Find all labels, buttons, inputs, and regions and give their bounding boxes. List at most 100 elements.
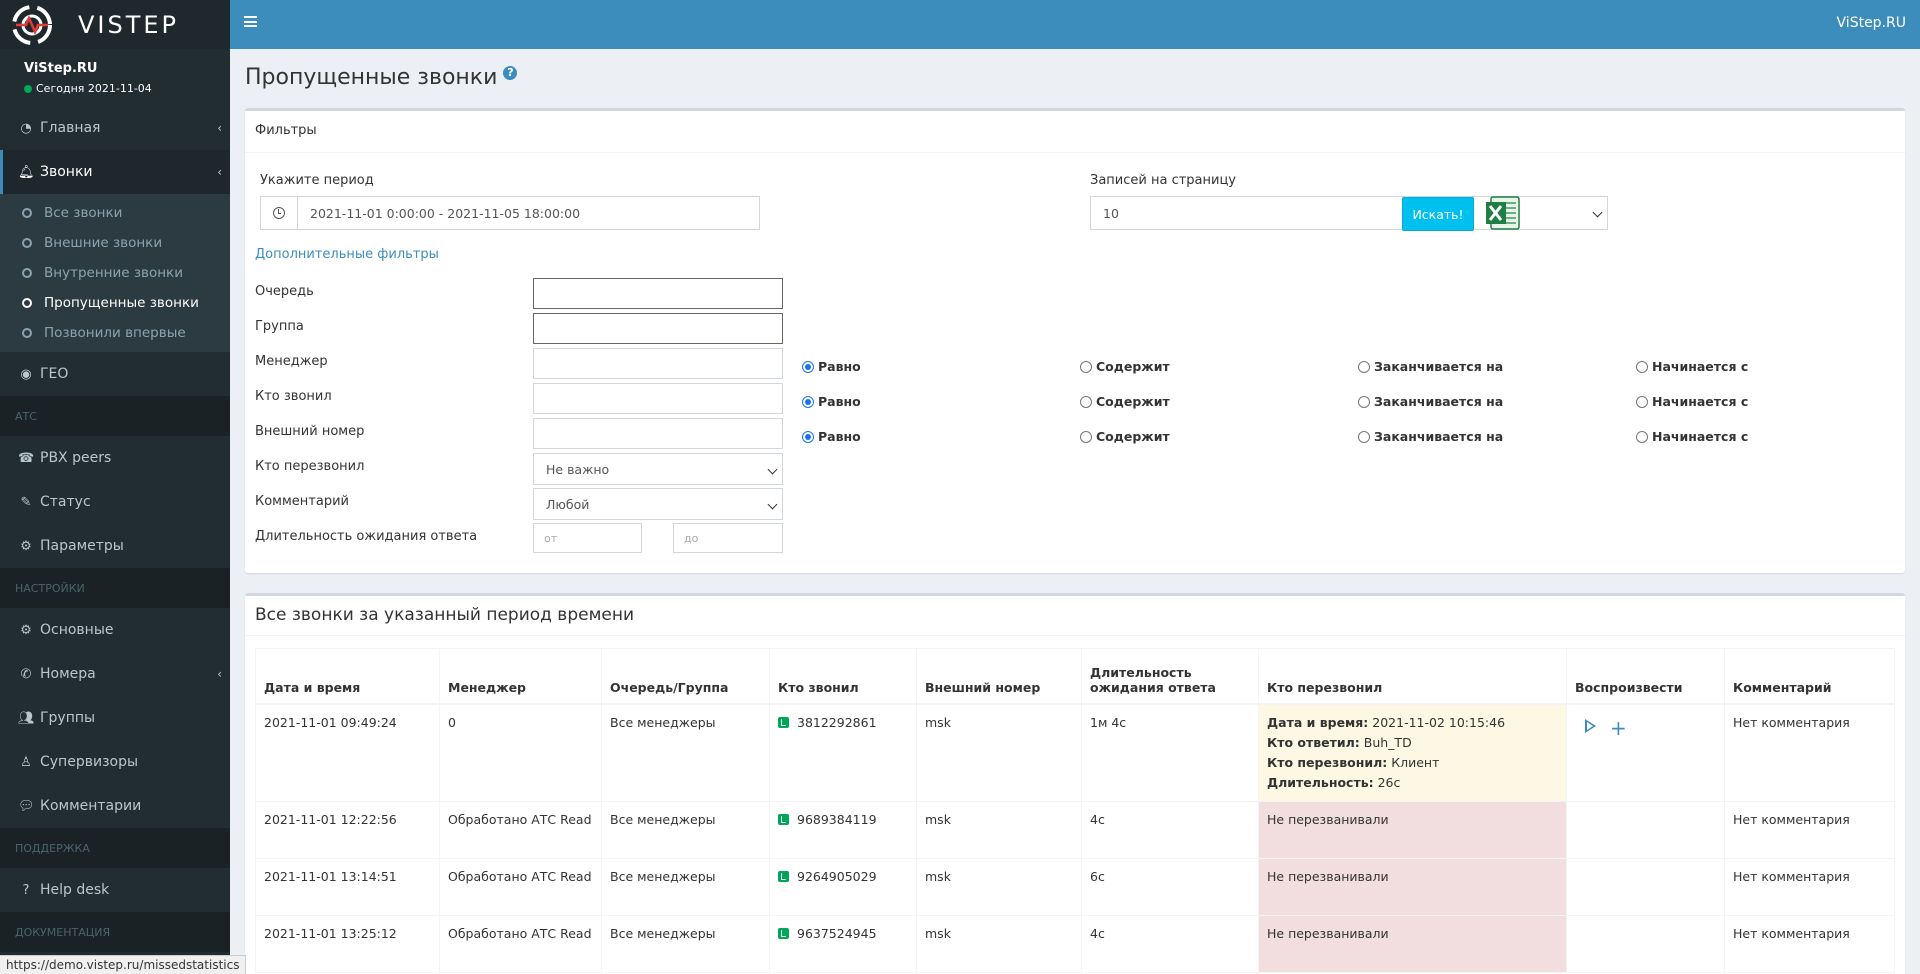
radio-label: Заканчивается на: [1374, 394, 1504, 409]
wait-to-input[interactable]: до: [673, 523, 783, 553]
logo[interactable]: VISTEP: [0, 0, 230, 49]
callback-select[interactable]: Не важно: [533, 453, 783, 485]
sidebar-header-docs: ДОКУМЕНТАЦИЯ: [0, 912, 230, 952]
col-manager[interactable]: Менеджер: [439, 648, 602, 705]
caller-number[interactable]: 9637524945: [797, 926, 877, 941]
col-wait[interactable]: Длительность ожидания ответа: [1081, 648, 1259, 705]
col-callback[interactable]: Кто перезвонил: [1258, 648, 1567, 705]
sidebar-item-parameters[interactable]: ⚙ Параметры: [0, 524, 230, 568]
play-icon[interactable]: [1585, 718, 1596, 733]
sidebar-subitem-internal-calls[interactable]: Внутренние звонки: [0, 258, 230, 288]
browser-status-url: https://demo.vistep.ru/missedstatistics: [0, 955, 247, 974]
filters-box-title: Фильтры: [245, 111, 1905, 153]
sidebar-item-help-desk[interactable]: ? Help desk: [0, 868, 230, 912]
sidebar-item-basic[interactable]: ⚙ Основные: [0, 608, 230, 652]
col-datetime[interactable]: Дата и время: [255, 648, 440, 705]
external-match-contains[interactable]: Содержит: [1080, 429, 1170, 444]
col-caller[interactable]: Кто звонил: [769, 648, 917, 705]
chevron-down-icon: [1592, 207, 1603, 218]
sidebar-subitem-first-calls[interactable]: Позвонили впервые: [0, 318, 230, 348]
manager-input[interactable]: [533, 348, 783, 379]
sidebar-subitem-missed-calls[interactable]: Пропущенные звонки: [0, 288, 230, 318]
cell-caller: 9264905029: [769, 857, 917, 916]
circle-icon: [22, 268, 32, 278]
callback-date-value: 2021-11-02 10:15:46: [1372, 714, 1506, 730]
bell-icon: 🔔︎: [18, 164, 35, 180]
period-input[interactable]: 2021-11-01 0:00:00 - 2021-11-05 18:00:00: [260, 196, 760, 230]
sidebar-subitem-external-calls[interactable]: Внешние звонки: [0, 228, 230, 258]
col-external[interactable]: Внешний номер: [916, 648, 1082, 705]
external-match-starts[interactable]: Начинается с: [1636, 429, 1748, 444]
callback-select-value: Не важно: [546, 461, 610, 477]
comment-select[interactable]: Любой: [533, 488, 783, 520]
period-label: Укажите период: [260, 173, 374, 188]
external-input[interactable]: [533, 418, 783, 449]
manager-match-equal[interactable]: Равно: [802, 359, 861, 374]
caller-input[interactable]: [533, 383, 783, 414]
manager-match-contains[interactable]: Содержит: [1080, 359, 1170, 374]
table-title: Все звонки за указанный период времени: [245, 596, 1905, 636]
caller-match-ends[interactable]: Заканчивается на: [1358, 394, 1503, 409]
sidebar-item-calls[interactable]: 🔔︎ Звонки ‹: [0, 150, 230, 194]
sidebar-item-label: Параметры: [40, 538, 124, 554]
caller-number[interactable]: 9264905029: [797, 869, 877, 884]
help-icon[interactable]: ?: [503, 65, 518, 80]
caller-number[interactable]: 9689384119: [797, 812, 877, 827]
per-page-select[interactable]: 10: [1090, 196, 1608, 230]
sidebar-item-status[interactable]: ✎ Статус: [0, 480, 230, 524]
navbar-brand-link[interactable]: ViStep.RU: [1837, 15, 1906, 31]
group-label: Группа: [255, 319, 304, 334]
caller-match-contains[interactable]: Содержит: [1080, 394, 1170, 409]
manager-match-ends[interactable]: Заканчивается на: [1358, 359, 1503, 374]
col-comment[interactable]: Комментарий: [1724, 648, 1895, 705]
caller-match-starts[interactable]: Начинается с: [1636, 394, 1748, 409]
radio-unchecked: [1636, 395, 1648, 408]
caller-number[interactable]: 3812292861: [797, 715, 877, 730]
radio-unchecked: [1080, 430, 1092, 443]
cell-play: +: [1566, 703, 1725, 802]
cell-datetime: 2021-11-01 13:14:51: [255, 857, 440, 916]
callback-duration: Длительность: 26с: [1267, 773, 1558, 793]
additional-filters-link[interactable]: Дополнительные фильтры: [255, 247, 439, 262]
cell-manager: Обработано АТС Read: [439, 914, 602, 973]
sidebar-item-label: Комментарии: [40, 798, 142, 814]
logo-text: VISTEP: [78, 10, 180, 39]
group-input[interactable]: [533, 313, 783, 344]
plus-icon[interactable]: +: [1610, 718, 1627, 738]
cell-callback: Не перезванивали: [1258, 800, 1567, 859]
external-match-ends[interactable]: Заканчивается на: [1358, 429, 1503, 444]
cell-datetime: 2021-11-01 12:22:56: [255, 800, 440, 859]
manager-match-starts[interactable]: Начинается с: [1636, 359, 1748, 374]
sidebar-item-label: Help desk: [40, 882, 110, 898]
radio-unchecked: [1358, 360, 1370, 373]
excel-export-icon[interactable]: [1485, 195, 1521, 231]
cell-comment: Нет комментария: [1724, 857, 1895, 916]
clock-icon: [261, 197, 298, 229]
phone-icon: [778, 716, 789, 728]
sidebar-item-geo[interactable]: ◉ ГЕО: [0, 352, 230, 396]
sidebar-item-numbers[interactable]: ✆ Номера ‹: [0, 652, 230, 696]
sidebar-item-home[interactable]: ◔ Главная ‹: [0, 106, 230, 150]
queue-input[interactable]: [533, 278, 783, 309]
external-match-equal[interactable]: Равно: [802, 429, 861, 444]
radio-label: Содержит: [1096, 394, 1170, 409]
sidebar-item-groups[interactable]: 👥︎ Группы: [0, 696, 230, 740]
sidebar-item-comments[interactable]: 💬︎ Комментарии: [0, 784, 230, 828]
search-button[interactable]: Искать!: [1402, 197, 1474, 231]
radio-label: Содержит: [1096, 359, 1170, 374]
sidebar-item-pbx-peers[interactable]: ☎ PBX peers: [0, 436, 230, 480]
hamburger-menu-icon[interactable]: [244, 16, 257, 27]
callback-caller-value: Клиент: [1391, 754, 1440, 770]
wait-from-input[interactable]: от: [533, 523, 642, 553]
col-queue[interactable]: Очередь/Группа: [601, 648, 770, 705]
per-page-value: 10: [1103, 205, 1119, 221]
sidebar-subitem-all-calls[interactable]: Все звонки: [0, 198, 230, 228]
caller-match-equal[interactable]: Равно: [802, 394, 861, 409]
sidebar-header-support: ПОДДЕРЖКА: [0, 828, 230, 868]
cell-datetime: 2021-11-01 09:49:24: [255, 703, 440, 802]
callback-answered-label: Кто ответил:: [1267, 734, 1360, 750]
col-play[interactable]: Воспроизвести: [1566, 648, 1725, 705]
caller-label: Кто звонил: [255, 389, 332, 404]
sidebar-item-supervisors[interactable]: ♙ Супервизоры: [0, 740, 230, 784]
callback-answered: Кто ответил: Buh_TD: [1267, 733, 1558, 753]
